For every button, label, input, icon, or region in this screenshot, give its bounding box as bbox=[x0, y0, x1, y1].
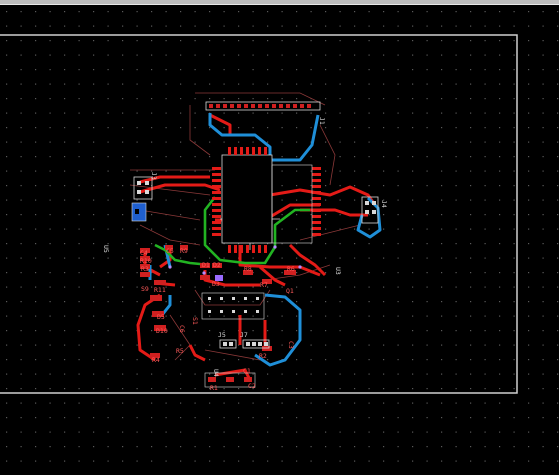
pcb-layout-canvas[interactable]: J1 J3 J4 U5 U3 C4 R10 R3 S9 R11 C5 R9 D1… bbox=[0, 5, 559, 475]
label-r5: R5 bbox=[176, 347, 184, 355]
label-r3: R3 bbox=[141, 265, 149, 273]
label-r4: R4 bbox=[152, 356, 160, 364]
label-r6: R6 bbox=[287, 265, 295, 273]
label-c2: C2 bbox=[248, 382, 256, 390]
label-u5: U5 bbox=[102, 245, 110, 253]
label-r2: R2 bbox=[259, 352, 267, 360]
label-c6: C6 bbox=[178, 325, 186, 333]
label-r9: R9 bbox=[180, 247, 188, 255]
label-d1: D1 bbox=[202, 261, 210, 269]
label-r8: R8 bbox=[244, 265, 252, 273]
label-r11: R11 bbox=[154, 286, 166, 294]
label-u4: U4 bbox=[212, 369, 220, 377]
label-r1: R1 bbox=[210, 384, 218, 392]
grid-dots bbox=[0, 5, 559, 475]
label-d3: D3 bbox=[212, 280, 220, 288]
label-s1: S1 bbox=[191, 317, 199, 325]
label-r7: R7 bbox=[260, 281, 268, 289]
label-j5: J5 bbox=[218, 331, 226, 339]
label-d2: D2 bbox=[213, 261, 221, 269]
label-q1: Q1 bbox=[286, 287, 294, 295]
label-j1: J1 bbox=[318, 117, 326, 125]
component-crystal[interactable] bbox=[131, 202, 147, 222]
label-r10: R10 bbox=[140, 257, 152, 265]
label-c5: C5 bbox=[166, 247, 174, 255]
label-u3: U3 bbox=[334, 267, 342, 275]
label-s9: S9 bbox=[141, 285, 149, 293]
label-c4: C4 bbox=[140, 249, 148, 257]
label-j4: J4 bbox=[380, 200, 388, 208]
label-j3: J3 bbox=[150, 172, 158, 180]
label-c1: C1 bbox=[243, 367, 251, 375]
label-d5: D5 bbox=[157, 313, 165, 321]
label-d10: D10 bbox=[156, 327, 168, 335]
label-c3: C3 bbox=[287, 341, 295, 349]
label-j7: J7 bbox=[240, 331, 248, 339]
